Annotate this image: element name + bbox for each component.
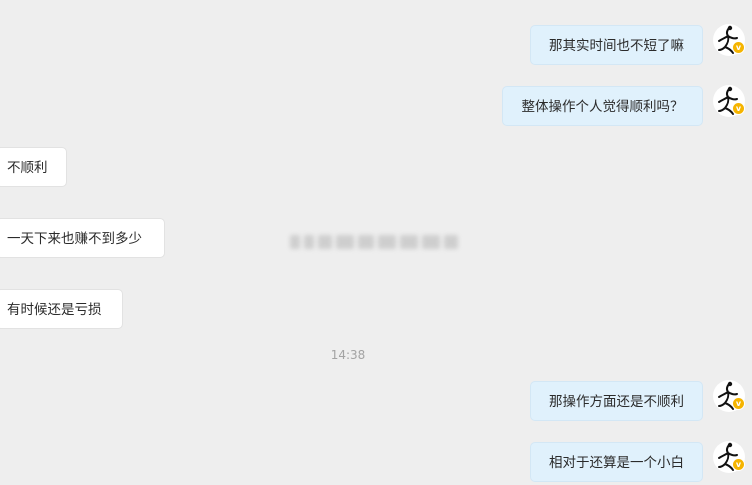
verified-badge-icon: v xyxy=(732,41,745,54)
user-avatar-icon[interactable]: v xyxy=(713,441,745,473)
blurred-redacted-text xyxy=(290,231,462,253)
message-timestamp: 14:38 xyxy=(330,348,366,362)
incoming-message[interactable]: 一天下来也赚不到多少 xyxy=(0,218,165,258)
verified-badge-icon: v xyxy=(732,458,745,471)
verified-badge-icon: v xyxy=(732,102,745,115)
incoming-message[interactable]: 有时候还是亏损 xyxy=(0,289,123,329)
outgoing-message[interactable]: 相对于还算是一个小白 xyxy=(530,442,703,482)
verified-badge-icon: v xyxy=(732,397,745,410)
user-avatar-icon[interactable]: v xyxy=(713,85,745,117)
user-avatar-icon[interactable]: v xyxy=(713,24,745,56)
user-avatar-icon[interactable]: v xyxy=(713,380,745,412)
outgoing-message[interactable]: 整体操作个人觉得顺利吗？ xyxy=(502,86,703,126)
outgoing-message[interactable]: 那操作方面还是不顺利 xyxy=(530,381,703,421)
incoming-message[interactable]: 不顺利 xyxy=(0,147,67,187)
outgoing-message[interactable]: 那其实时间也不短了嘛 xyxy=(530,25,703,65)
